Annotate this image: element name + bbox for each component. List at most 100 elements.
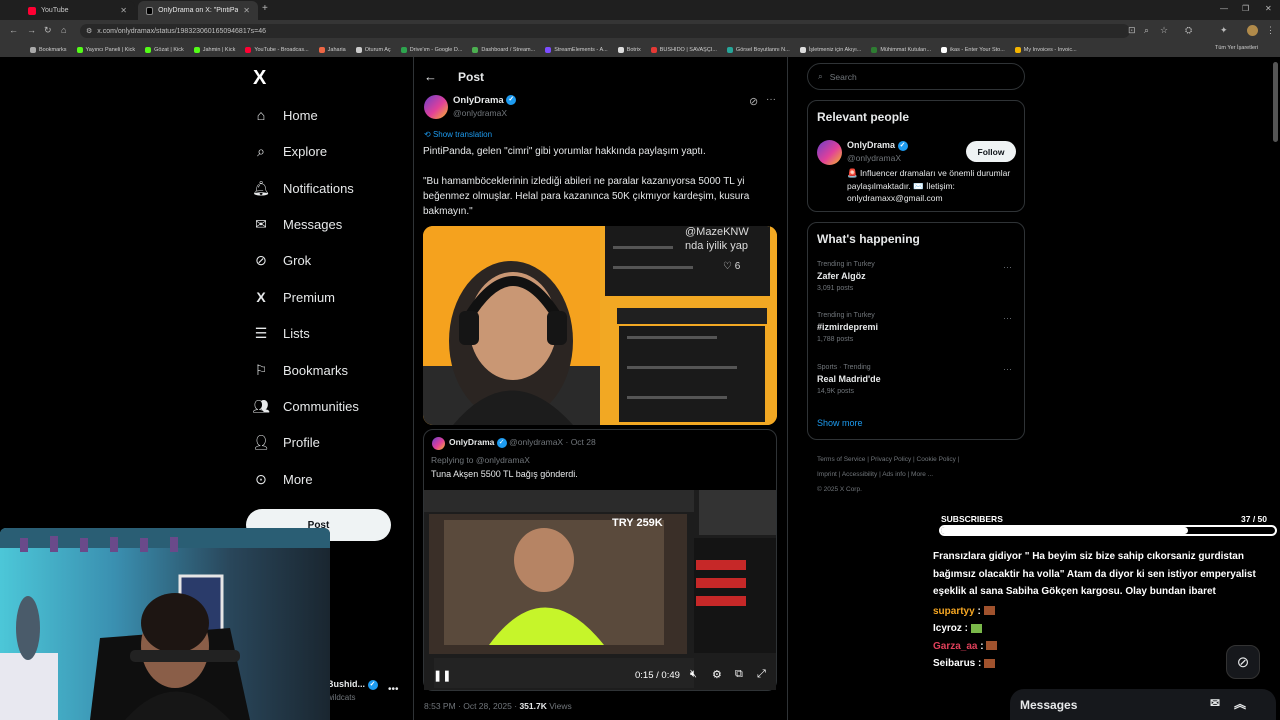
- post-image[interactable]: @MazeKNW nda iyilik yap ♡ 6: [423, 226, 777, 425]
- bookmark-item[interactable]: My Invoices - Invoic...: [1014, 46, 1077, 53]
- bookmark-item[interactable]: Gözat | Kick: [145, 46, 184, 53]
- search-input[interactable]: ⌕ Search: [807, 63, 1025, 90]
- bookmark-item[interactable]: İşletmeniz için Akıyı...: [799, 46, 861, 53]
- pip-icon[interactable]: ⧉: [735, 668, 743, 681]
- volume-icon[interactable]: 🔇︎: [690, 668, 697, 681]
- bookmark-item[interactable]: Mühimmat Kutuları...: [871, 46, 931, 53]
- trend-item[interactable]: Trending in Turkey Zafer Algöz 3,091 pos…: [817, 261, 1017, 292]
- nav-bookmarks[interactable]: ⚐ Bookmarks: [252, 358, 348, 382]
- show-translation-link[interactable]: ⟲ Show translation: [424, 130, 492, 139]
- post-more-icon[interactable]: ···: [766, 94, 776, 105]
- trend-more-icon[interactable]: ···: [1003, 313, 1012, 323]
- author-avatar[interactable]: [424, 95, 448, 119]
- nav-lists[interactable]: ☰ Lists: [252, 321, 310, 345]
- new-tab-icon[interactable]: +: [262, 3, 268, 14]
- maximize-icon[interactable]: ❐: [1242, 4, 1249, 13]
- person-avatar[interactable]: [817, 140, 842, 165]
- footer-link[interactable]: Ads info: [882, 471, 906, 478]
- install-icon[interactable]: ⊡: [1128, 25, 1136, 36]
- nav-premium[interactable]: X Premium: [252, 285, 335, 309]
- settings-icon[interactable]: ⚙: [712, 668, 722, 681]
- person-name[interactable]: OnlyDrama ✓: [847, 140, 908, 151]
- x-logo[interactable]: X: [253, 67, 266, 90]
- bookmark-item[interactable]: Görsel Boyutlannı N...: [726, 46, 790, 53]
- bookmark-item[interactable]: Dashboard / Stream...: [472, 46, 535, 53]
- tab-youtube[interactable]: YouTube ✕: [20, 1, 135, 20]
- nav-more[interactable]: ⊙ More: [252, 467, 313, 491]
- profile-avatar[interactable]: [1247, 25, 1258, 36]
- pause-icon[interactable]: ❚❚: [433, 669, 451, 682]
- browser-menu-icon[interactable]: ⋮: [1266, 25, 1275, 36]
- zoom-icon[interactable]: ⌕: [1144, 25, 1149, 36]
- follow-button[interactable]: Follow: [966, 141, 1016, 162]
- footer-link[interactable]: Imprint: [817, 471, 837, 478]
- trend-item[interactable]: Trending in Turkey #izmirdepremi 1,788 p…: [817, 312, 1017, 343]
- messages-drawer[interactable]: Messages ✉ ︽: [1010, 689, 1276, 720]
- bookmark-item[interactable]: Oturum Aç: [355, 46, 391, 53]
- url-text: x.com/onlydramax/status/1983230601650946…: [97, 27, 266, 35]
- site-info-icon[interactable]: ⚙: [86, 27, 92, 35]
- bookmark-item[interactable]: Drive'ım - Google D...: [400, 46, 462, 53]
- nav-notifications[interactable]: 🔔︎ Notifications: [252, 176, 354, 200]
- close-tab-icon[interactable]: ✕: [120, 6, 127, 15]
- minimize-icon[interactable]: —: [1220, 4, 1228, 13]
- nav-communities[interactable]: 👥︎ Communities: [252, 394, 359, 418]
- back-arrow-icon[interactable]: ←: [424, 69, 437, 84]
- verified-badge-icon: ✓: [496, 437, 507, 448]
- reload-icon[interactable]: ↻: [44, 25, 52, 36]
- footer-link[interactable]: Accessibility: [842, 471, 877, 478]
- trend-more-icon[interactable]: ···: [1003, 262, 1012, 272]
- account-more-icon[interactable]: •••: [388, 684, 399, 695]
- tab-onlydrama[interactable]: OnlyDrama on X: "PintiPanda, ✕: [138, 1, 258, 20]
- grok-post-icon[interactable]: ⊘: [749, 95, 758, 108]
- close-window-icon[interactable]: ✕: [1265, 4, 1272, 13]
- puzzle-icon[interactable]: ✦: [1220, 25, 1228, 36]
- bookmark-item[interactable]: YouTube - Broadcas...: [245, 46, 309, 53]
- all-bookmarks[interactable]: Tüm Yer İşaretleri: [1215, 45, 1258, 51]
- author-handle[interactable]: @onlydramaX: [453, 108, 507, 118]
- bookmark-item[interactable]: Jaharia: [318, 46, 346, 53]
- bookmark-item[interactable]: ikas - Enter Your Sto...: [941, 46, 1005, 53]
- nav-label: Home: [283, 107, 318, 123]
- nav-explore[interactable]: ⌕ Explore: [252, 139, 327, 163]
- grok-float-icon[interactable]: ⊘: [1226, 645, 1260, 679]
- page-scrollbar[interactable]: [1273, 62, 1278, 142]
- url-field[interactable]: ⚙ x.com/onlydramax/status/19832306016509…: [80, 24, 1130, 38]
- footer-link[interactable]: Privacy Policy: [871, 456, 911, 463]
- footer-links: Terms of Service | Privacy Policy | Cook…: [817, 456, 960, 493]
- account-name[interactable]: Bushid... ✓: [327, 679, 378, 690]
- tab-title: YouTube: [41, 7, 69, 14]
- footer-link[interactable]: More ...: [911, 471, 933, 478]
- person-icon: 👤︎: [252, 433, 270, 450]
- nav-grok[interactable]: ⊘ Grok: [252, 248, 311, 272]
- nav-home[interactable]: ⌂ Home: [252, 103, 318, 127]
- bookmark-item[interactable]: Jahmin | Kick: [193, 46, 235, 53]
- chat-line: supartyy :: [933, 603, 1263, 621]
- bookmark-item[interactable]: Bookmarks: [30, 46, 67, 53]
- search-icon: ⌕: [257, 142, 265, 159]
- home-browser-icon[interactable]: ⌂: [61, 25, 66, 35]
- nav-messages[interactable]: ✉ Messages: [252, 212, 342, 236]
- extension-icon[interactable]: ⛭: [1185, 25, 1192, 36]
- star-icon[interactable]: ☆: [1160, 25, 1168, 36]
- compose-message-icon[interactable]: ✉: [1210, 696, 1220, 710]
- back-icon[interactable]: ←: [9, 25, 18, 35]
- bookmark-item[interactable]: Botrix: [617, 46, 641, 53]
- expand-chevron-icon[interactable]: ︽: [1234, 695, 1246, 712]
- footer-link[interactable]: Terms of Service: [817, 456, 865, 463]
- footer-link[interactable]: Cookie Policy: [917, 456, 956, 463]
- quote-video[interactable]: TRY 259K: [424, 490, 776, 690]
- trend-item[interactable]: Sports · Trending Real Madrid'de 14,9K p…: [817, 364, 1017, 395]
- quote-date: Oct 28: [570, 437, 596, 447]
- close-tab-icon[interactable]: ✕: [243, 6, 250, 15]
- show-more-link[interactable]: Show more: [817, 418, 863, 428]
- author-name[interactable]: OnlyDrama ✓: [453, 95, 517, 106]
- trend-more-icon[interactable]: ···: [1003, 364, 1012, 374]
- nav-profile[interactable]: 👤︎ Profile: [252, 430, 320, 454]
- forward-icon[interactable]: →: [27, 25, 36, 35]
- fullscreen-icon[interactable]: ⤢: [757, 668, 766, 681]
- bookmark-item[interactable]: StreamElements - A...: [545, 46, 608, 53]
- nav-label: Profile: [283, 434, 320, 450]
- bookmark-item[interactable]: Yayıncı Paneli | Kick: [76, 46, 135, 53]
- bookmark-item[interactable]: BUSHIDO | SAVAŞÇI...: [650, 46, 717, 53]
